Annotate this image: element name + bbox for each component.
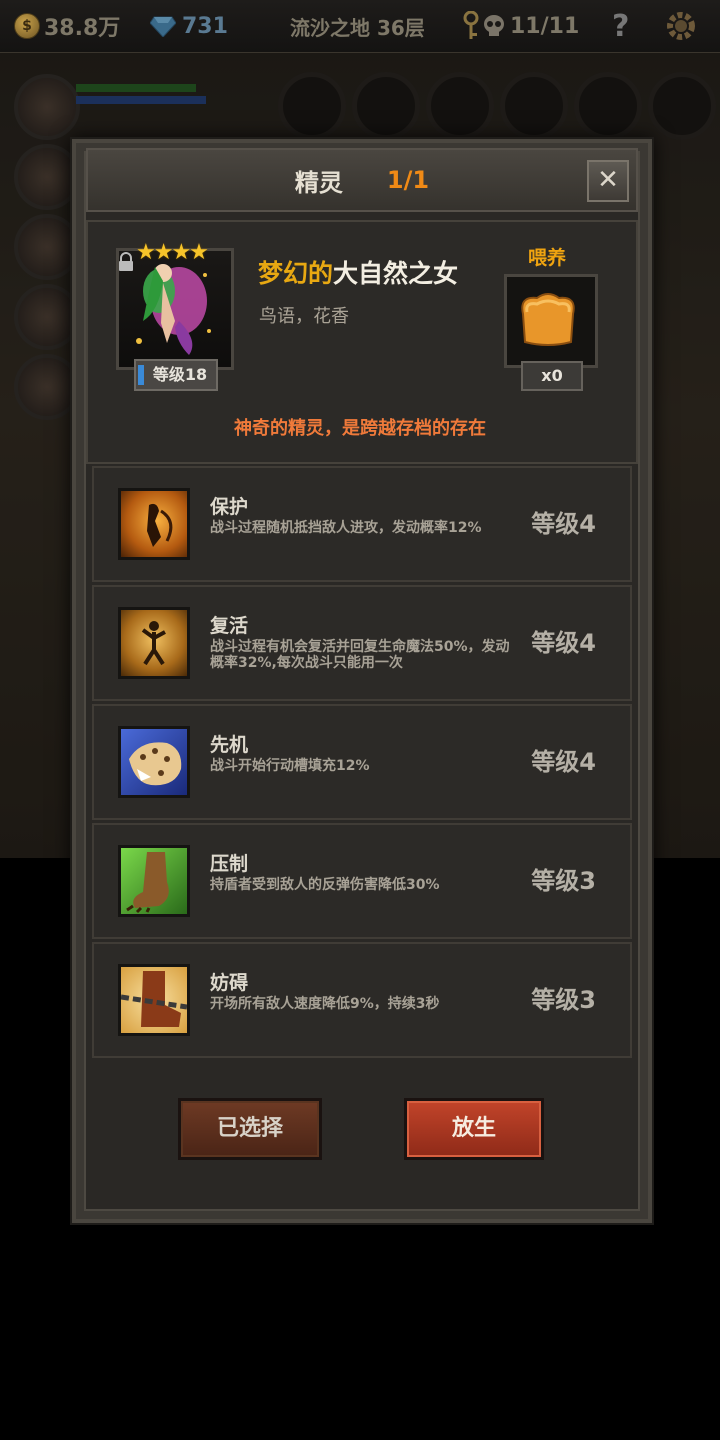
skill-row[interactable]: 复活 战斗过程有机会复活并回复生命魔法50%，发动概率32%,每次战斗只能用一次…: [92, 585, 632, 701]
chain-boot-icon: [118, 964, 190, 1036]
skill-level: 等级4: [531, 748, 596, 776]
protect-figure-icon: [147, 503, 173, 547]
boot-chain-icon: [120, 971, 188, 1027]
beast-claw-icon: [118, 845, 190, 917]
spirit-count: 1/1: [386, 166, 430, 194]
skill-row[interactable]: 妨碍 开场所有敌人速度降低9%，持续3秒 等级3: [92, 942, 632, 1058]
skill-name: 妨碍: [210, 972, 249, 994]
skill-row[interactable]: 保护 战斗过程随机抵挡敌人进攻，发动概率12% 等级4: [92, 466, 632, 582]
xp-bar: [138, 365, 144, 385]
spirit-name: 梦幻的大自然之女: [258, 254, 458, 290]
help-button[interactable]: ?: [612, 0, 629, 52]
spirit-level-badge: 等级18: [134, 359, 218, 391]
skull-icon: [484, 15, 504, 36]
gold-counter: $ 38.8万: [14, 0, 120, 52]
claw-icon: [126, 852, 169, 914]
leopard-icon: [118, 726, 190, 798]
close-button[interactable]: ✕: [587, 160, 629, 202]
revive-figure-icon: [141, 621, 166, 666]
gear-icon: [667, 12, 695, 40]
diamond-icon: [150, 16, 176, 37]
lock-icon[interactable]: [118, 252, 134, 272]
skill-level: 等级4: [531, 629, 596, 657]
release-button[interactable]: 放生: [404, 1098, 544, 1160]
key-icon: [463, 11, 479, 39]
star-rating: ★★★★: [136, 240, 209, 265]
spirit-level: 等级18: [152, 365, 208, 384]
gem-counter: 731: [150, 0, 228, 52]
dialog-title-bar: 精灵 1/1: [86, 148, 638, 212]
skill-name: 压制: [210, 853, 249, 875]
selected-button[interactable]: 已选择: [178, 1098, 322, 1160]
dialog-title: 精灵: [294, 168, 343, 197]
spirit-name-adjective: 梦幻的: [258, 259, 334, 288]
skill-name: 先机: [210, 734, 249, 756]
key-skull-amount: 11/11: [510, 13, 580, 39]
location-text: 流沙之地 36层: [290, 15, 425, 40]
skill-level: 等级3: [531, 867, 596, 895]
skill-name: 保护: [210, 496, 249, 518]
shield-spirit-icon: [118, 488, 190, 560]
spirit-subtitle: 鸟语，花香: [259, 306, 349, 327]
nature-fairy-image: [136, 264, 211, 355]
leopard-head-icon: [129, 742, 182, 786]
revive-icon: [118, 607, 190, 679]
skill-row[interactable]: 先机 战斗开始行动槽填充12% 等级4: [92, 704, 632, 820]
skill-name: 复活: [210, 615, 249, 637]
gem-amount: 731: [182, 13, 228, 39]
skill-description: 持盾者受到敌人的反弹伤害降低30%: [210, 877, 440, 893]
skill-level: 等级4: [531, 510, 596, 538]
skill-level: 等级3: [531, 986, 596, 1014]
settings-button[interactable]: [664, 0, 698, 52]
location-label: 流沙之地 36层: [290, 0, 425, 52]
spirit-description: 神奇的精灵，是跨越存档的存在: [234, 418, 486, 439]
key-skull-counter: 11/11: [462, 0, 579, 52]
bread-icon: [521, 293, 575, 346]
skill-description: 开场所有敌人速度降低9%，持续3秒: [210, 996, 440, 1012]
spirit-name-noun: 大自然之女: [333, 259, 459, 288]
skill-row[interactable]: 压制 持盾者受到敌人的反弹伤害降低30% 等级3: [92, 823, 632, 939]
skill-description: 战斗过程有机会复活并回复生命魔法50%，发动概率32%,每次战斗只能用一次: [210, 639, 510, 671]
close-icon: ✕: [597, 165, 619, 195]
feed-item-count: x0: [521, 361, 583, 391]
status-bar: $ 38.8万 731 流沙之地 36层 11/11 ?: [0, 0, 720, 53]
skill-description: 战斗过程随机抵挡敌人进攻，发动概率12%: [210, 520, 482, 536]
feed-label: 喂养: [528, 247, 567, 269]
help-icon: ?: [612, 8, 630, 44]
gold-amount: 38.8万: [44, 16, 121, 41]
coin-icon: $: [14, 13, 40, 39]
skill-description: 战斗开始行动槽填充12%: [210, 758, 370, 774]
